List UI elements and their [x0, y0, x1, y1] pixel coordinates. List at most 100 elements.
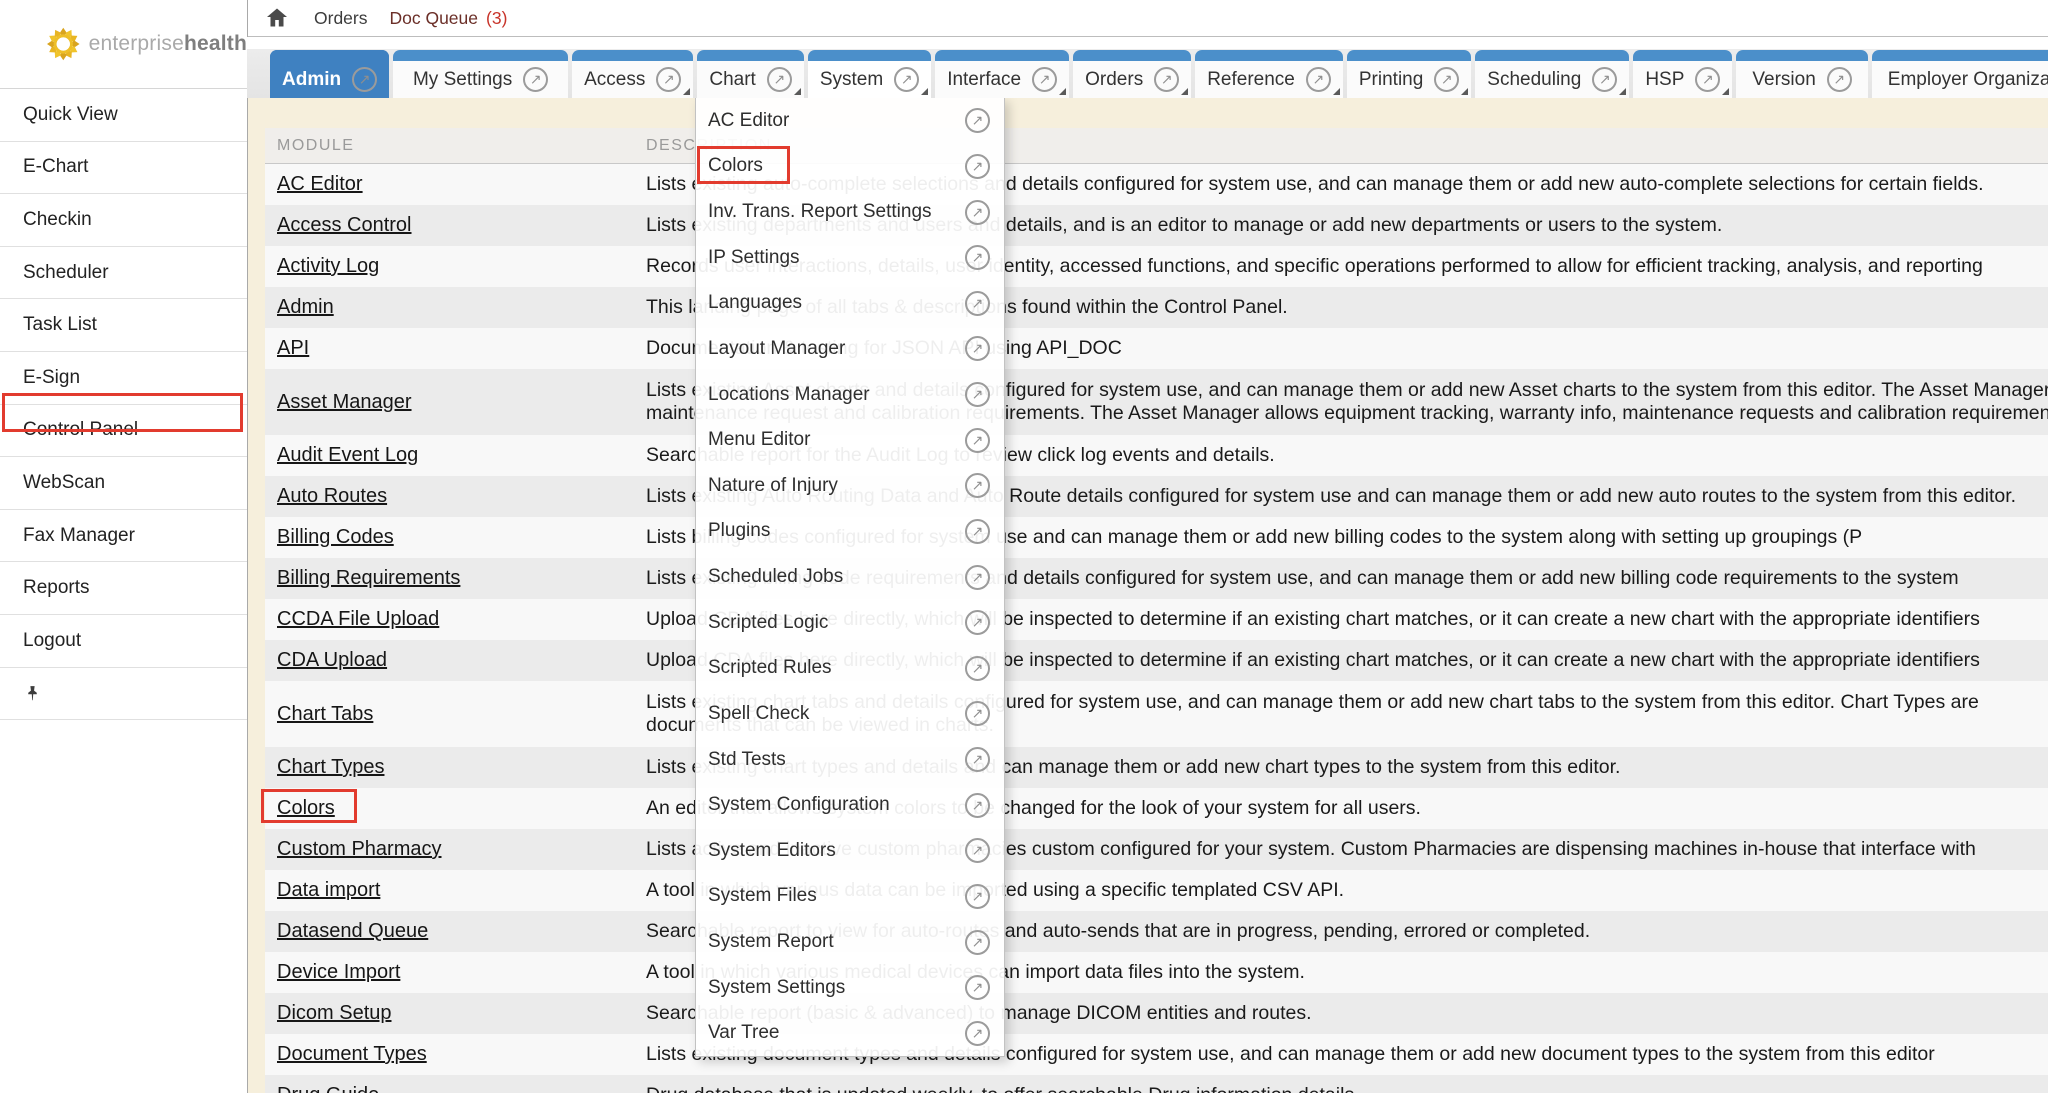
- sidebar-item[interactable]: E-Sign: [0, 352, 247, 405]
- tab[interactable]: Reference ↗: [1195, 50, 1343, 98]
- module-link[interactable]: Document Types: [277, 1043, 427, 1066]
- module-link[interactable]: Audit Event Log: [277, 444, 418, 467]
- module-link[interactable]: Device Import: [277, 961, 400, 984]
- external-link-icon[interactable]: ↗: [965, 565, 990, 590]
- external-link-icon[interactable]: ↗: [965, 1021, 990, 1046]
- tab[interactable]: Chart ↗: [697, 50, 803, 98]
- module-link[interactable]: Chart Tabs: [277, 703, 373, 726]
- external-link-icon[interactable]: ↗: [965, 747, 990, 772]
- external-link-icon[interactable]: ↗: [965, 291, 990, 316]
- system-menu-item[interactable]: Scripted Logic ↗: [696, 600, 1004, 646]
- sidebar-item[interactable]: WebScan: [0, 457, 247, 510]
- module-link[interactable]: Admin: [277, 296, 334, 319]
- module-link[interactable]: Colors: [277, 797, 335, 820]
- external-link-icon[interactable]: ↗: [965, 610, 990, 635]
- module-link[interactable]: Custom Pharmacy: [277, 838, 442, 861]
- system-menu-item[interactable]: Std Tests ↗: [696, 737, 1004, 783]
- external-link-icon[interactable]: ↗: [965, 975, 990, 1000]
- external-link-icon[interactable]: ↗: [965, 838, 990, 863]
- module-link[interactable]: API: [277, 337, 309, 360]
- system-menu-item[interactable]: Menu Editor ↗: [696, 417, 1004, 463]
- external-link-icon[interactable]: ↗: [965, 701, 990, 726]
- system-menu-item[interactable]: Layout Manager ↗: [696, 326, 1004, 372]
- tab[interactable]: Version ↗: [1736, 50, 1867, 98]
- system-menu-item[interactable]: Scheduled Jobs ↗: [696, 554, 1004, 600]
- system-menu-item[interactable]: Spell Check ↗: [696, 691, 1004, 737]
- tab-label: Employer Organizations: [1888, 69, 2048, 91]
- table-row: CDA Upload Upload CDA files here directl…: [265, 640, 2048, 681]
- module-link[interactable]: AC Editor: [277, 173, 363, 196]
- external-link-icon[interactable]: ↗: [965, 930, 990, 955]
- sidebar-item[interactable]: Control Panel: [0, 405, 247, 458]
- system-menu-item[interactable]: Locations Manager ↗: [696, 372, 1004, 418]
- external-link-icon[interactable]: ↗: [965, 473, 990, 498]
- external-link-icon[interactable]: ↗: [965, 793, 990, 818]
- external-link-icon[interactable]: ↗: [965, 108, 990, 133]
- sidebar-item[interactable]: Fax Manager: [0, 510, 247, 563]
- sidebar-item[interactable]: Scheduler: [0, 247, 247, 300]
- sidebar-item[interactable]: Reports: [0, 562, 247, 615]
- external-link-icon[interactable]: ↗: [965, 519, 990, 544]
- system-menu-item[interactable]: Nature of Injury ↗: [696, 463, 1004, 509]
- module-cell: Asset Manager: [265, 369, 646, 435]
- external-link-icon[interactable]: ↗: [965, 428, 990, 453]
- external-link-icon[interactable]: ↗: [965, 245, 990, 270]
- external-link-icon[interactable]: ↗: [965, 154, 990, 179]
- system-menu-item[interactable]: AC Editor ↗: [696, 98, 1004, 144]
- tab[interactable]: Orders ↗: [1073, 50, 1191, 98]
- system-menu-item[interactable]: Inv. Trans. Report Settings ↗: [696, 189, 1004, 235]
- system-menu-item[interactable]: IP Settings ↗: [696, 235, 1004, 281]
- module-cell: CCDA File Upload: [265, 599, 646, 640]
- sidebar-item[interactable]: E-Chart: [0, 142, 247, 195]
- module-link[interactable]: Dicom Setup: [277, 1002, 392, 1025]
- external-link-icon[interactable]: ↗: [965, 382, 990, 407]
- module-link[interactable]: Drug Guide: [277, 1084, 379, 1093]
- external-link-icon[interactable]: ↗: [965, 200, 990, 225]
- tab[interactable]: Employer Organizations ↗: [1872, 50, 2048, 98]
- module-link[interactable]: Datasend Queue: [277, 920, 428, 943]
- home-icon[interactable]: [264, 6, 290, 30]
- system-menu-item[interactable]: Scripted Rules ↗: [696, 646, 1004, 692]
- system-menu-item[interactable]: System Report ↗: [696, 919, 1004, 965]
- tab[interactable]: Access ↗: [572, 50, 693, 98]
- tab[interactable]: Interface ↗: [935, 50, 1069, 98]
- external-link-icon[interactable]: ↗: [965, 336, 990, 361]
- system-menu-item[interactable]: Plugins ↗: [696, 509, 1004, 555]
- module-link[interactable]: Activity Log: [277, 255, 379, 278]
- sidebar-item[interactable]: Checkin: [0, 194, 247, 247]
- breadcrumb-orders[interactable]: Orders: [314, 8, 367, 29]
- breadcrumb-doc-queue[interactable]: Doc Queue: [389, 8, 478, 29]
- tab[interactable]: My Settings ↗: [393, 50, 568, 98]
- external-link-icon[interactable]: ↗: [965, 884, 990, 909]
- module-link[interactable]: Billing Requirements: [277, 567, 460, 590]
- module-link[interactable]: CDA Upload: [277, 649, 387, 672]
- module-link[interactable]: Data import: [277, 879, 380, 902]
- external-link-icon[interactable]: ↗: [965, 656, 990, 681]
- sidebar-item[interactable]: Quick View: [0, 89, 247, 142]
- system-menu-item[interactable]: System Settings ↗: [696, 965, 1004, 1011]
- system-menu-item[interactable]: Colors ↗: [696, 144, 1004, 190]
- tab-label: Reference: [1207, 69, 1295, 91]
- sidebar-item[interactable]: Logout: [0, 615, 247, 668]
- sidebar-item[interactable]: Task List: [0, 299, 247, 352]
- system-menu-item[interactable]: System Editors ↗: [696, 828, 1004, 874]
- system-menu-item[interactable]: Languages ↗: [696, 281, 1004, 327]
- module-link[interactable]: Access Control: [277, 214, 412, 237]
- system-menu-item[interactable]: Var Tree ↗: [696, 1011, 1004, 1057]
- tab[interactable]: Printing ↗: [1347, 50, 1471, 98]
- module-link[interactable]: Chart Types: [277, 756, 384, 779]
- module-link[interactable]: Auto Routes: [277, 485, 387, 508]
- pin-icon[interactable]: [24, 685, 41, 702]
- module-link[interactable]: Asset Manager: [277, 391, 412, 414]
- module-link[interactable]: CCDA File Upload: [277, 608, 439, 631]
- module-cell: Access Control: [265, 205, 646, 246]
- tab[interactable]: Scheduling ↗: [1475, 50, 1629, 98]
- system-menu-item[interactable]: System Files ↗: [696, 874, 1004, 920]
- system-menu-item[interactable]: System Configuration ↗: [696, 782, 1004, 828]
- tab[interactable]: System ↗: [808, 50, 931, 98]
- tab[interactable]: HSP ↗: [1633, 50, 1732, 98]
- tab[interactable]: Admin ↗: [270, 50, 389, 98]
- menu-item-label: Var Tree: [708, 1022, 779, 1044]
- module-link[interactable]: Billing Codes: [277, 526, 394, 549]
- external-link-icon: ↗: [352, 67, 377, 92]
